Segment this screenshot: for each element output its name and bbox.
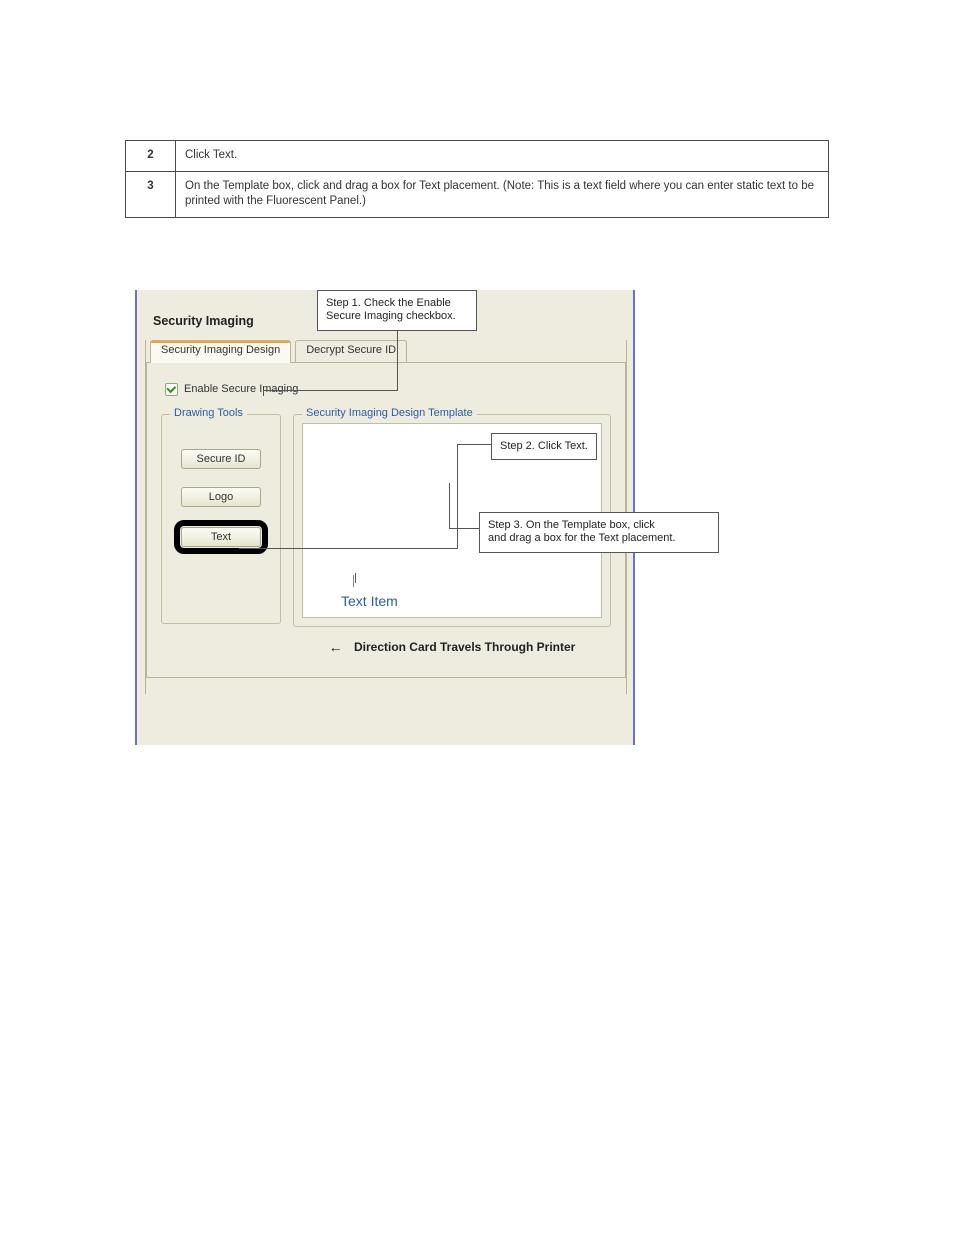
callout-leader xyxy=(449,483,450,529)
group-legend: Drawing Tools xyxy=(170,407,247,419)
direction-row: ← Direction Card Travels Through Printer xyxy=(293,639,611,655)
callout-leader xyxy=(263,390,398,391)
enable-secure-imaging-checkbox[interactable] xyxy=(165,383,178,396)
drawing-tools-group: Drawing Tools Secure ID Logo Text xyxy=(161,414,281,624)
tab-decrypt[interactable]: Decrypt Secure ID xyxy=(295,340,407,362)
drawing-tools-column: Drawing Tools Secure ID Logo Text xyxy=(161,414,281,655)
callout-leader xyxy=(397,324,398,391)
callout-leader xyxy=(239,548,458,549)
callout-leader xyxy=(263,390,264,396)
step-number: 2 xyxy=(126,141,176,172)
direction-label: Direction Card Travels Through Printer xyxy=(354,640,575,654)
text-button[interactable]: Text xyxy=(181,527,261,547)
callout-leader xyxy=(449,528,479,529)
callout-step3: Step 3. On the Template box, click and d… xyxy=(479,512,719,554)
callout-step2: Step 2. Click Text. xyxy=(491,433,597,461)
logo-button[interactable]: Logo xyxy=(181,487,261,507)
step-number: 3 xyxy=(126,171,176,217)
callout-leader xyxy=(355,573,356,583)
callout-leader xyxy=(457,444,458,548)
step-text: Click Text. xyxy=(176,141,829,172)
screenshot-wrapper: Step 1. Check the Enable Secure Imaging … xyxy=(135,290,829,745)
tabstrip: Security Imaging Design Decrypt Secure I… xyxy=(146,340,626,362)
callout-leader xyxy=(457,444,491,445)
arrow-left-icon: ← xyxy=(329,639,343,655)
cursor-marker xyxy=(353,575,354,587)
tab-design[interactable]: Security Imaging Design xyxy=(150,340,291,363)
step-text: On the Template box, click and drag a bo… xyxy=(176,171,829,217)
instruction-table: 2 Click Text. 3 On the Template box, cli… xyxy=(125,140,829,218)
callout-step1: Step 1. Check the Enable Secure Imaging … xyxy=(317,290,477,332)
security-imaging-dialog: Step 1. Check the Enable Secure Imaging … xyxy=(135,290,635,745)
text-item-sample: Text Item xyxy=(341,593,398,609)
document-body: 2 Click Text. 3 On the Template box, cli… xyxy=(0,0,954,745)
check-icon xyxy=(166,383,176,393)
group-legend: Security Imaging Design Template xyxy=(302,407,477,419)
secure-id-button[interactable]: Secure ID xyxy=(181,449,261,469)
